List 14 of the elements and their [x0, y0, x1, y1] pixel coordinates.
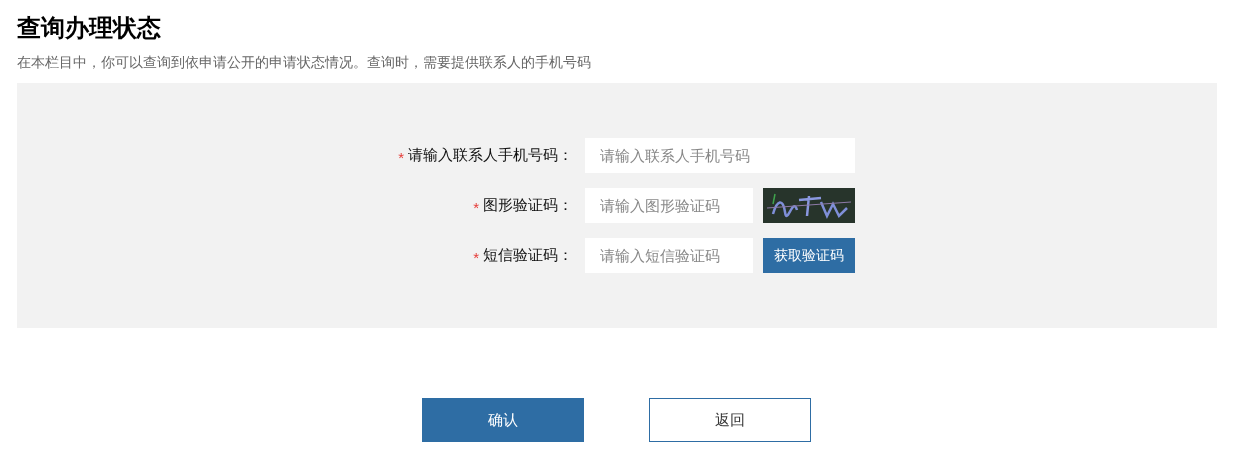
- input-field[interactable]: 请输入短信验证码: [585, 238, 753, 273]
- back-button[interactable]: 返回: [649, 398, 811, 442]
- confirm-button[interactable]: 确认: [422, 398, 584, 442]
- input-field[interactable]: 请输入联系人手机号码: [585, 138, 855, 173]
- field-label: 请输入联系人手机号码：: [408, 145, 573, 166]
- get-code-button[interactable]: 获取验证码: [763, 238, 855, 273]
- input-field[interactable]: 请输入图形验证码: [585, 188, 753, 223]
- field-label: 图形验证码：: [483, 195, 573, 216]
- required-mark: *: [398, 147, 404, 165]
- required-mark: *: [473, 197, 479, 215]
- field-label: 短信验证码：: [483, 245, 573, 266]
- page-title: 查询办理状态: [17, 13, 162, 43]
- required-mark: *: [473, 247, 479, 265]
- page-description: 在本栏目中，你可以查询到依申请公开的申请状态情况。查询时，需要提供联系人的手机号码: [17, 53, 592, 72]
